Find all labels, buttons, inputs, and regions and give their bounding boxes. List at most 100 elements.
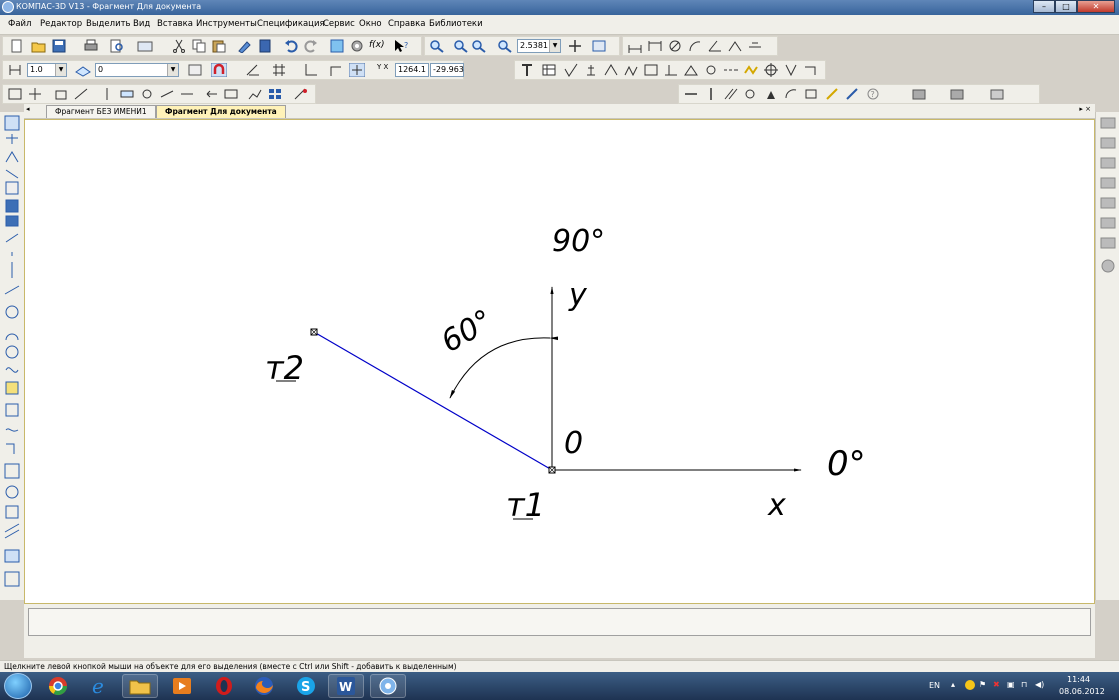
snap-magnet-icon[interactable]: [211, 63, 227, 77]
dimension-icon[interactable]: [627, 39, 643, 53]
mark-icon[interactable]: [623, 63, 639, 77]
pan-icon[interactable]: [567, 39, 583, 53]
function-fx-icon[interactable]: f(x): [369, 40, 385, 50]
question-icon[interactable]: ?: [865, 87, 881, 101]
zoom-scale-icon[interactable]: [497, 39, 513, 53]
diameter-icon[interactable]: [667, 39, 683, 53]
refresh-icon[interactable]: [591, 39, 607, 53]
symmetry-icon[interactable]: [99, 87, 115, 101]
print-icon[interactable]: [83, 39, 99, 53]
text-icon[interactable]: [519, 63, 535, 77]
move-icon[interactable]: [27, 87, 43, 101]
library-icon[interactable]: [257, 39, 273, 53]
menu-tools[interactable]: Инструменты: [196, 19, 257, 29]
variables-icon[interactable]: [329, 39, 345, 53]
taskbar-skype[interactable]: S: [288, 674, 324, 698]
tray-network-icon[interactable]: ⊓: [1021, 680, 1027, 689]
undo-small-icon[interactable]: [203, 87, 219, 101]
cut-line-icon[interactable]: [663, 63, 679, 77]
horizontal-icon[interactable]: [683, 87, 699, 101]
table-icon[interactable]: [541, 63, 557, 77]
open-folder-icon[interactable]: [31, 39, 47, 53]
delete-constraints-icon[interactable]: [845, 87, 861, 101]
array-icon[interactable]: [267, 87, 283, 101]
tangent-icon[interactable]: [743, 87, 759, 101]
scale-icon[interactable]: [73, 87, 89, 101]
properties-brush-icon[interactable]: [237, 39, 253, 53]
trim-icon[interactable]: [159, 87, 175, 101]
zoom-out-icon[interactable]: [471, 39, 487, 53]
line-width-combo[interactable]: 1.0 ▼: [27, 63, 67, 77]
manager-icon[interactable]: [137, 39, 153, 53]
taskbar-explorer[interactable]: [122, 674, 158, 698]
split-icon[interactable]: [179, 87, 195, 101]
tray-time[interactable]: 11:44: [1067, 675, 1090, 684]
right-tools-icons[interactable]: [1096, 112, 1119, 600]
base-icon[interactable]: [583, 63, 599, 77]
network-error-icon[interactable]: ✖: [993, 680, 1000, 689]
deform-icon[interactable]: [139, 87, 155, 101]
menu-insert[interactable]: Вставка: [157, 19, 193, 29]
language-indicator[interactable]: EN: [929, 681, 940, 690]
cursor-cross-icon[interactable]: [349, 63, 365, 77]
parallel-icon[interactable]: [723, 87, 739, 101]
tray-date[interactable]: 08.06.2012: [1059, 687, 1105, 696]
paste-icon[interactable]: [211, 39, 227, 53]
graph-icon[interactable]: [247, 87, 263, 101]
coord-x-field[interactable]: 1264.1: [395, 63, 429, 77]
parametric-icon[interactable]: [293, 87, 309, 101]
gear-icon[interactable]: [349, 39, 365, 53]
drawing-canvas[interactable]: 90° y 60° т2 0 0° т1 x: [24, 119, 1095, 604]
minimize-button[interactable]: –: [1033, 0, 1055, 13]
taskbar-firefox[interactable]: [246, 674, 282, 698]
linear-dimension-icon[interactable]: [647, 39, 663, 53]
spec-object-icon[interactable]: [911, 87, 927, 101]
tab-scroll-left-icon[interactable]: ◂: [26, 105, 30, 113]
menu-edit[interactable]: Редактор: [40, 19, 82, 29]
preview-icon[interactable]: [109, 39, 125, 53]
volume-icon[interactable]: ◀): [1035, 680, 1044, 689]
copy-icon[interactable]: [191, 39, 207, 53]
maximize-button[interactable]: □: [1055, 0, 1077, 13]
arc-dimension-icon[interactable]: [727, 39, 743, 53]
taskbar-media[interactable]: [164, 674, 200, 698]
taskbar-word[interactable]: W: [328, 674, 364, 698]
taskbar-opera[interactable]: [206, 674, 242, 698]
close-button[interactable]: ✕: [1077, 0, 1115, 13]
vertical-icon[interactable]: [703, 87, 719, 101]
style-icon[interactable]: [187, 63, 203, 77]
tab-fragment-for-document[interactable]: Фрагмент Для документа: [156, 105, 286, 118]
tray-app-icon[interactable]: [965, 680, 975, 690]
corner-icon[interactable]: [803, 63, 819, 77]
rotate-icon[interactable]: [53, 87, 69, 101]
help-arrow-icon[interactable]: ?: [393, 39, 409, 53]
tab-scroll-right-icon[interactable]: ▸ ×: [1079, 105, 1091, 113]
wave-icon[interactable]: [743, 63, 759, 77]
break-line-icon[interactable]: [783, 63, 799, 77]
fix-point-icon[interactable]: [763, 87, 779, 101]
menu-help[interactable]: Справка: [388, 19, 425, 29]
view-arrow-icon[interactable]: [683, 63, 699, 77]
zoom-in-icon[interactable]: [453, 39, 469, 53]
roughness-icon[interactable]: [563, 63, 579, 77]
step-icon[interactable]: [7, 63, 23, 77]
axis-line-icon[interactable]: [723, 63, 739, 77]
tolerance-icon[interactable]: [643, 63, 659, 77]
zoom-combo[interactable]: 2.5381 ▼: [517, 39, 561, 53]
grid-icon[interactable]: [271, 63, 287, 77]
tray-monitor-icon[interactable]: ▣: [1007, 680, 1015, 689]
properties-box[interactable]: [28, 608, 1091, 636]
height-mark-icon[interactable]: [747, 39, 763, 53]
menu-spec[interactable]: Спецификация: [257, 19, 325, 29]
show-constraints-icon[interactable]: [825, 87, 841, 101]
redo-icon[interactable]: [303, 39, 319, 53]
spec-table-icon[interactable]: [989, 87, 1005, 101]
start-button[interactable]: [4, 673, 32, 699]
menu-select[interactable]: Выделить: [86, 19, 131, 29]
tray-expand-icon[interactable]: ▴: [951, 680, 955, 689]
flag-icon[interactable]: ⚑: [979, 680, 986, 689]
layer-combo[interactable]: 0 ▼: [95, 63, 179, 77]
taskbar-chrome[interactable]: [40, 674, 76, 698]
drawing-svg[interactable]: 90° y 60° т2 0 0° т1 x: [25, 120, 1095, 604]
center-mark-icon[interactable]: [763, 63, 779, 77]
